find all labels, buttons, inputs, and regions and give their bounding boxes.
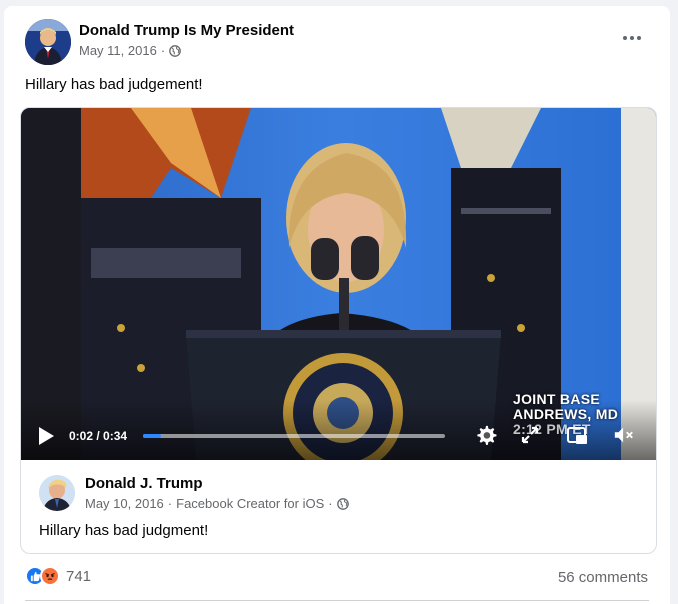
video-player[interactable]: JOINT BASE ANDREWS, MD 2:12 PM ET 0:02 /… (21, 108, 656, 460)
angry-reaction-icon (40, 566, 60, 586)
original-author-avatar[interactable] (39, 475, 75, 511)
post-meta: May 11, 2016 · (79, 43, 182, 58)
meta-separator: · (328, 496, 333, 511)
video-time: 0:02 / 0:34 (69, 429, 128, 443)
comments-count[interactable]: 56 comments (558, 569, 648, 586)
post-date[interactable]: May 11, 2016 (79, 43, 157, 58)
video-progress-fill (143, 434, 162, 438)
chyron-line-1: JOINT BASE (513, 391, 601, 407)
footer-divider (25, 600, 649, 601)
meta-separator: · (167, 496, 173, 511)
settings-icon[interactable] (475, 424, 497, 446)
post-text: Hillary has bad judgement! (25, 76, 203, 93)
page-name[interactable]: Donald Trump Is My President (79, 22, 294, 39)
picture-in-picture-icon[interactable] (566, 424, 588, 446)
original-post-meta: May 10, 2016 · Facebook Creator for iOS … (85, 496, 349, 511)
post-source: Facebook Creator for iOS (176, 496, 325, 511)
original-author-name[interactable]: Donald J. Trump (85, 475, 203, 492)
reactions-summary[interactable]: 741 (25, 566, 91, 586)
more-options-icon[interactable] (618, 28, 646, 48)
mute-icon[interactable] (613, 424, 635, 446)
globe-icon (169, 44, 182, 57)
shared-post[interactable]: JOINT BASE ANDREWS, MD 2:12 PM ET 0:02 /… (20, 107, 657, 554)
video-progress-bar[interactable] (143, 434, 445, 438)
post-card: Donald Trump Is My President May 11, 201… (4, 6, 670, 604)
reaction-count: 741 (66, 567, 92, 585)
globe-icon (336, 497, 349, 510)
original-post-date[interactable]: May 10, 2016 (85, 496, 164, 511)
page-avatar[interactable] (25, 19, 71, 65)
meta-separator: · (160, 43, 166, 58)
play-icon[interactable] (37, 426, 55, 446)
fullscreen-icon[interactable] (519, 424, 541, 446)
original-post-text: Hillary has bad judgment! (39, 522, 209, 539)
chyron-line-2: ANDREWS, MD (513, 406, 619, 422)
